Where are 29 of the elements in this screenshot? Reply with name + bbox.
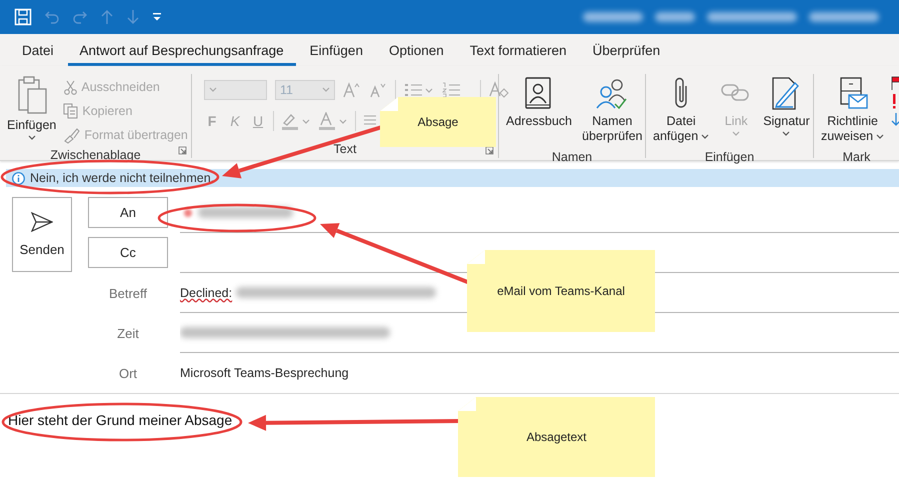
group-label: Zwischenablage xyxy=(49,147,142,164)
field-label: Ort xyxy=(118,364,138,382)
ribbon-tab[interactable]: Optionen xyxy=(376,34,456,66)
group-label: Text xyxy=(332,141,358,158)
field-value[interactable]: Microsoft Teams-Besprechung xyxy=(180,366,349,380)
ribbon-tab[interactable]: Text formatieren xyxy=(458,34,579,66)
info-message: Nein, ich werde nicht teilnehmen. xyxy=(30,171,214,185)
ribbon-button[interactable]: Datei anfügen xyxy=(650,74,712,146)
ribbon-button[interactable]: Richtlinie zuweisen xyxy=(818,74,888,146)
ribbon-tab[interactable]: Überprüfen xyxy=(580,34,672,66)
group-label: Mark xyxy=(842,149,872,166)
address-button[interactable]: Cc xyxy=(88,237,168,268)
ribbon-tab[interactable]: Einfügen xyxy=(298,34,375,66)
callout-tooltip: Absagetext xyxy=(458,397,655,477)
ribbon-button[interactable]: Adressbuch xyxy=(503,74,576,146)
ribbon-button[interactable]: Signatur xyxy=(760,74,813,146)
address-button[interactable]: An xyxy=(88,197,168,228)
ribbon-button[interactable]: Namen überprüfen xyxy=(579,74,646,146)
callout-tooltip: eMail vom Teams-Kanal xyxy=(467,250,655,332)
field-label: Zeit xyxy=(116,324,140,342)
group-label: Einfügen xyxy=(704,149,756,166)
field-label: Betreff xyxy=(108,284,148,302)
group-label: Namen xyxy=(550,149,594,166)
callout-tooltip: Absage xyxy=(380,97,496,147)
paste-button[interactable]: Einfügen xyxy=(4,74,60,144)
ribbon-tab[interactable]: Datei xyxy=(10,34,66,66)
field-value[interactable]: Declined: xyxy=(180,286,232,300)
message-text[interactable]: Hier steht der Grund meiner Absage xyxy=(8,412,232,428)
send-button[interactable]: Senden xyxy=(12,197,72,272)
